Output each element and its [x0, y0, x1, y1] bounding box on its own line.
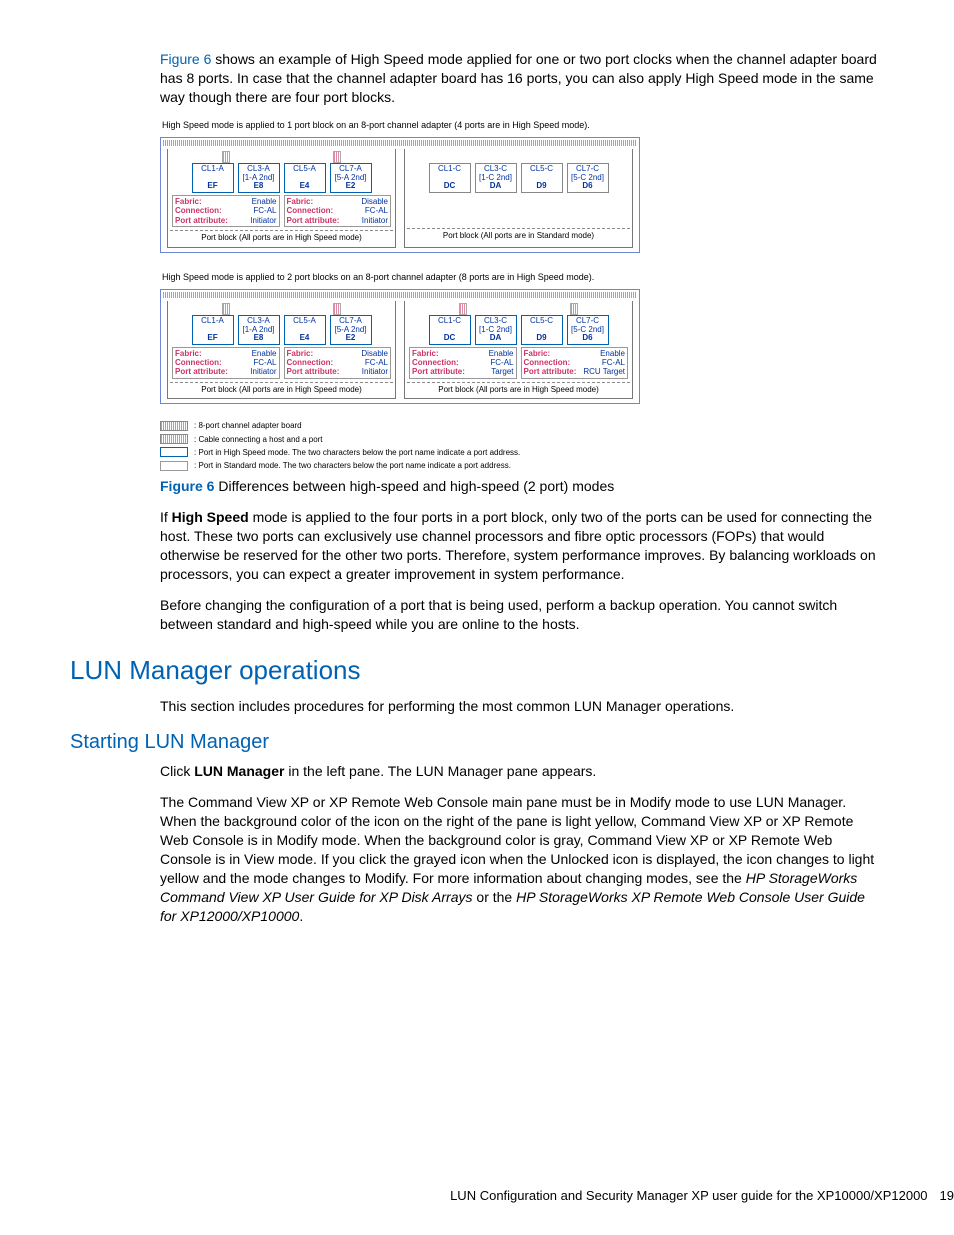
port: CL5-AE4	[284, 163, 326, 193]
diag2-title: High Speed mode is applied to 2 port blo…	[162, 271, 640, 283]
figure-ref-link[interactable]: Figure 6	[160, 51, 211, 67]
port: CL1-AEF	[192, 163, 234, 193]
figure-legend: : 8-port channel adapter board : Cable c…	[160, 420, 640, 471]
port: CL3-A[1-A 2nd]E8	[238, 163, 280, 193]
h1-lun-manager-ops: LUN Manager operations	[70, 653, 884, 688]
board-1: CL1-AEF CL3-A[1-A 2nd]E8 CL5-AE4 CL7-A[5…	[160, 137, 640, 253]
intro-para: Figure 6 shows an example of High Speed …	[70, 50, 884, 107]
intro-text: shows an example of High Speed mode appl…	[160, 51, 877, 105]
para-high-speed: If High Speed mode is applied to the fou…	[70, 508, 884, 584]
para-backup-note: Before changing the configuration of a p…	[70, 596, 884, 634]
port: CL7-A[5-A 2nd]E2	[330, 163, 372, 193]
para-click-lun: Click LUN Manager in the left pane. The …	[70, 762, 884, 781]
para-section-intro: This section includes procedures for per…	[70, 697, 884, 716]
para-modify-mode: The Command View XP or XP Remote Web Con…	[70, 793, 884, 925]
d2-left-block: CL1-AEF CL3-A[1-A 2nd]E8 CL5-AE4 CL7-A[5…	[167, 301, 396, 400]
page-footer: LUN Configuration and Security Manager X…	[70, 1187, 954, 1205]
figure-caption: Figure 6 Differences between high-speed …	[70, 477, 884, 496]
d1-left-block: CL1-AEF CL3-A[1-A 2nd]E8 CL5-AE4 CL7-A[5…	[167, 149, 396, 248]
board-2: CL1-AEF CL3-A[1-A 2nd]E8 CL5-AE4 CL7-A[5…	[160, 289, 640, 405]
d1-right-block: CL1-CDC CL3-C[1-C 2nd]DA CL5-CD9 CL7-C[5…	[404, 149, 633, 248]
figure-6: High Speed mode is applied to 1 port blo…	[70, 119, 884, 472]
d2-right-block: CL1-CDC CL3-C[1-C 2nd]DA CL5-CD9 CL7-C[5…	[404, 301, 633, 400]
h2-starting-lun-manager: Starting LUN Manager	[70, 729, 884, 756]
diag1-title: High Speed mode is applied to 1 port blo…	[162, 119, 640, 131]
